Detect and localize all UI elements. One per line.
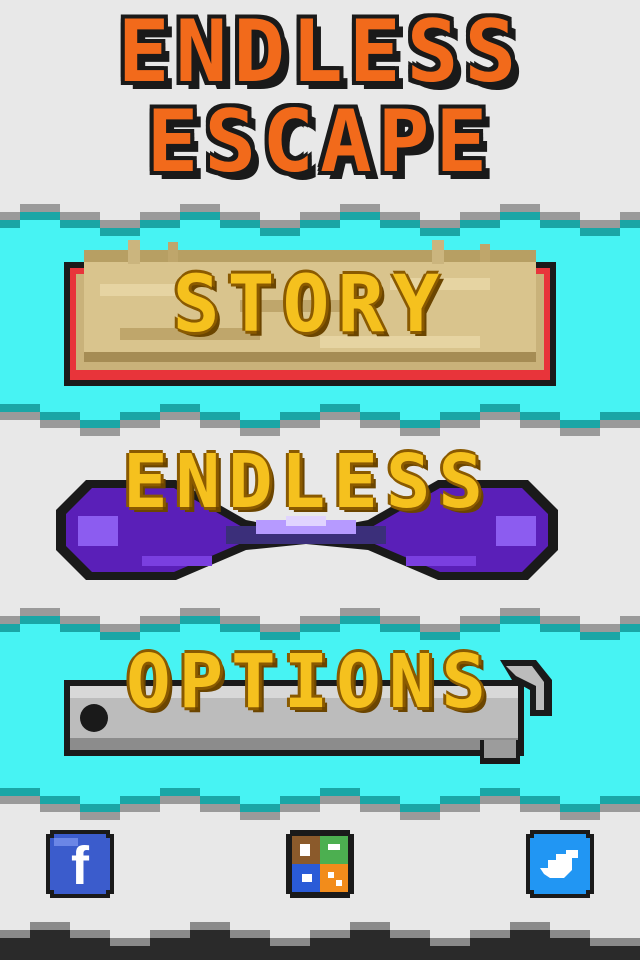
game-title-line-1: ENDLESS [117, 2, 523, 102]
facebook-button[interactable]: f [46, 830, 114, 898]
game-center-button[interactable] [286, 830, 354, 898]
story-button[interactable]: STORY [60, 240, 560, 390]
story-label: STORY [172, 260, 448, 350]
game-title-line-2: ESCAPE [146, 92, 494, 192]
options-label: OPTIONS [126, 639, 494, 725]
twitter-bird-icon [526, 830, 594, 898]
main-menu-screen: ENDLESS ESCAPE STORY ENDLESS OPTIONS f [0, 0, 640, 960]
options-button[interactable]: OPTIONS [60, 640, 560, 770]
facebook-letter: f [71, 836, 89, 896]
twitter-button[interactable] [526, 830, 594, 898]
endless-button[interactable]: ENDLESS [46, 440, 568, 590]
endless-label: ENDLESS [123, 439, 491, 525]
ground-strip [0, 916, 640, 960]
game-center-icon [286, 830, 354, 898]
